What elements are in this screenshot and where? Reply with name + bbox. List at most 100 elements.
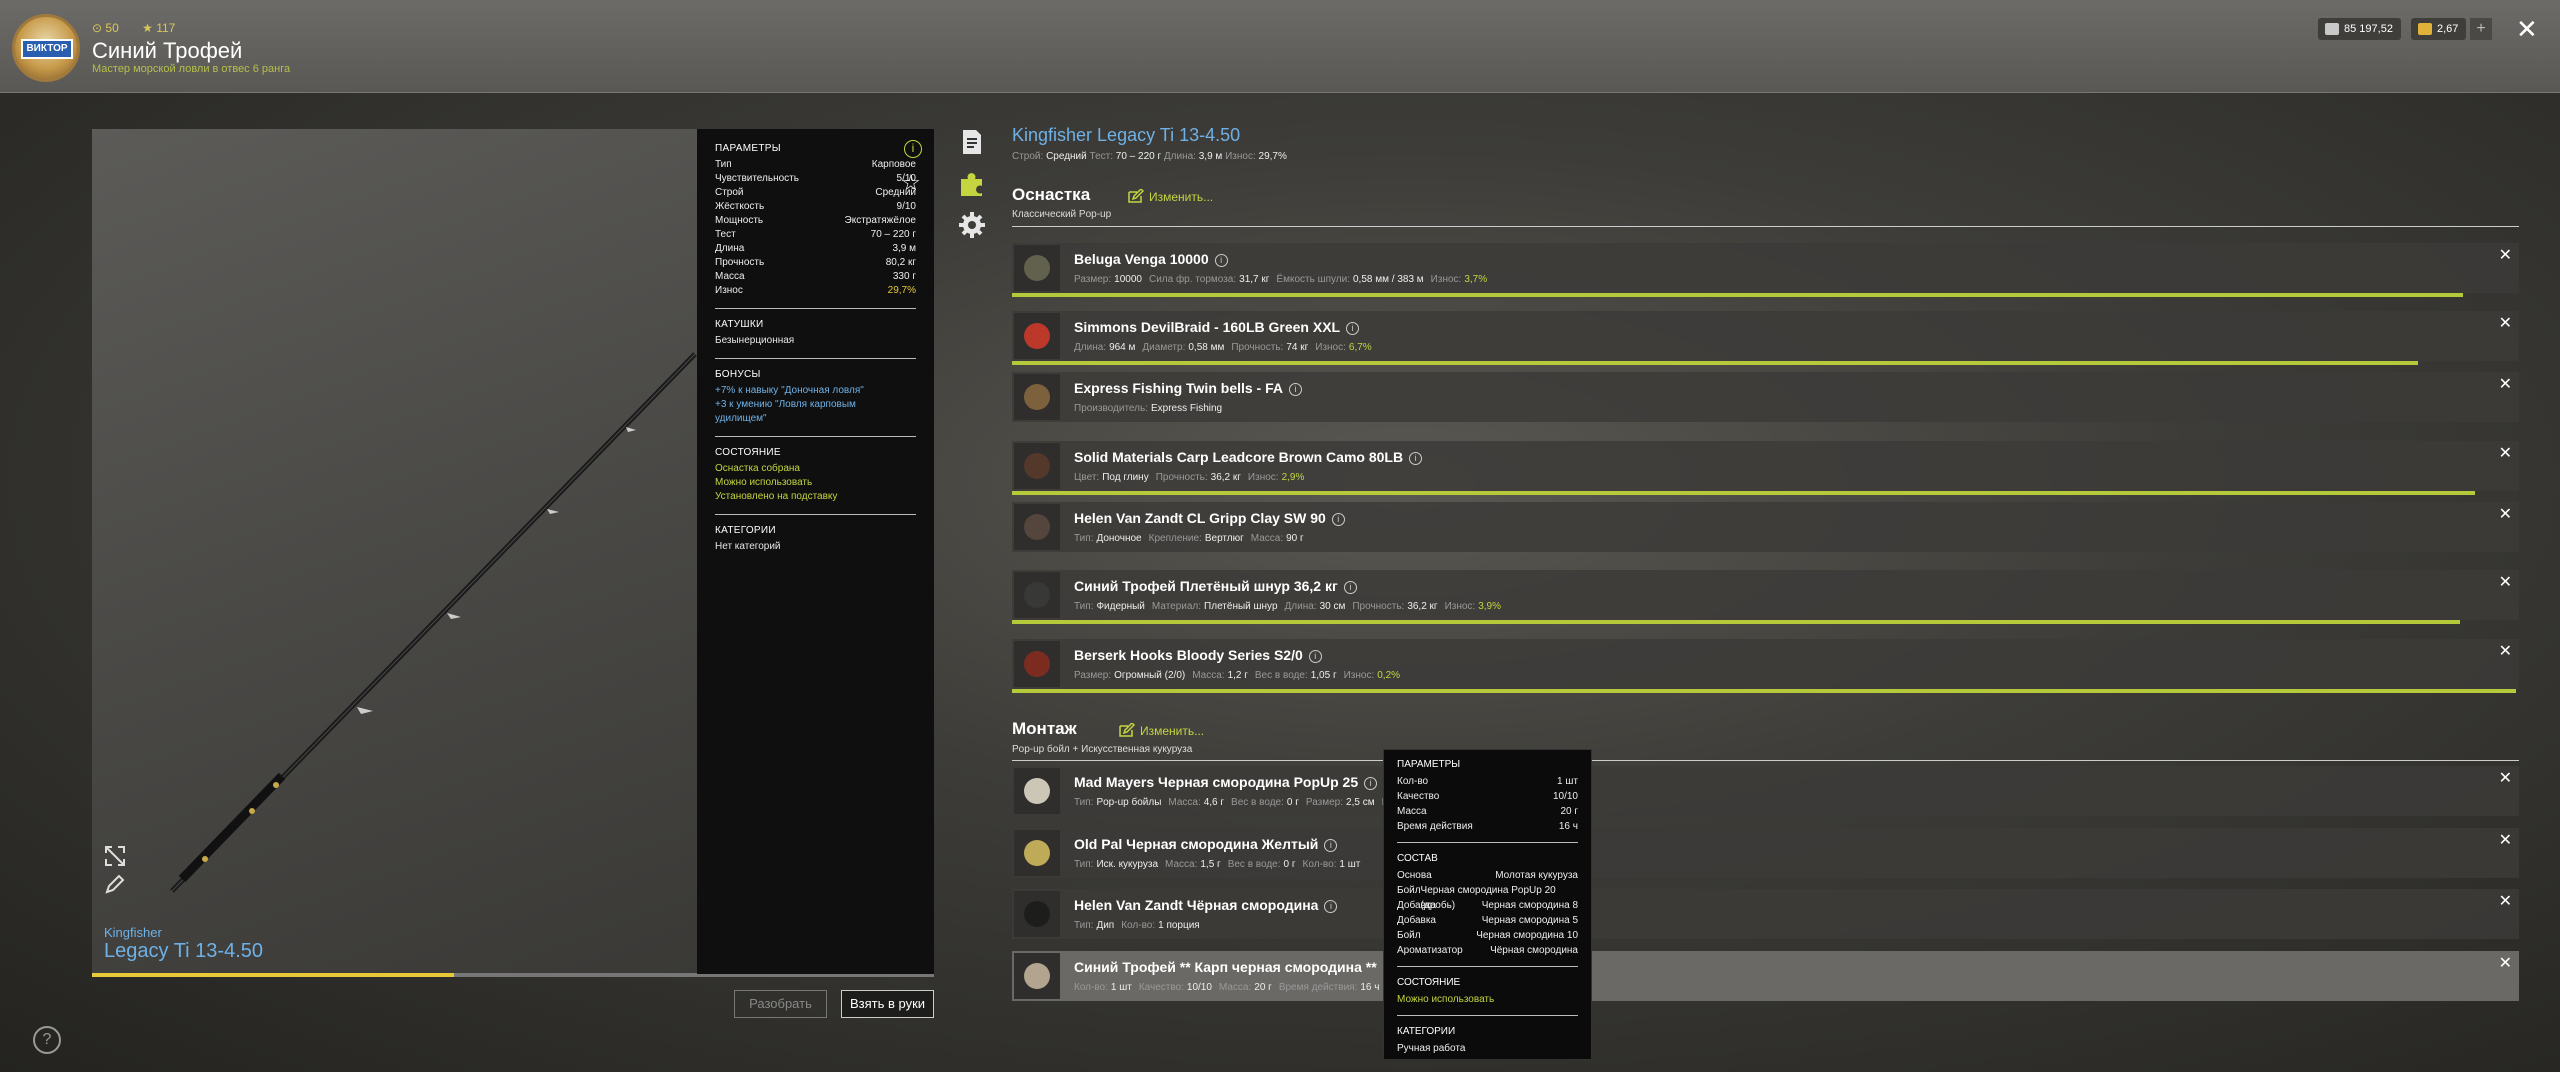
spec-label: Тип: bbox=[1074, 533, 1094, 544]
rig-item[interactable]: Helen Van Zandt Чёрная смородина i Тип: Дип… bbox=[1012, 889, 2519, 939]
avatar[interactable]: ВИКТОР bbox=[12, 14, 80, 82]
spec-value: Доночное bbox=[1096, 533, 1142, 544]
tackle-item[interactable]: Solid Materials Carp Leadcore Brown Camo… bbox=[1012, 441, 2519, 495]
spec-label: Размер: bbox=[1305, 797, 1344, 808]
item-name-text: Berserk Hooks Bloody Series S2/0 bbox=[1074, 647, 1303, 663]
spec-value: Под глину bbox=[1102, 472, 1149, 483]
spec-value: 90 г bbox=[1286, 533, 1304, 544]
disassemble-button[interactable]: Разобрать bbox=[734, 990, 827, 1018]
item-name-text: Синий Трофей Плетёный шнур 36,2 кг bbox=[1074, 578, 1338, 594]
add-gold-button[interactable]: + bbox=[2470, 18, 2492, 40]
rig-item[interactable]: Синий Трофей ** Карп черная смородина **… bbox=[1012, 951, 2519, 1001]
info-icon[interactable]: i bbox=[1289, 383, 1303, 396]
item-name-text: Express Fishing Twin bells - FA bbox=[1074, 380, 1284, 396]
item-name: Old Pal Черная смородина Желтый i bbox=[1074, 836, 1338, 852]
tooltip-composition-row: Добавка Черная смородина 5 bbox=[1397, 913, 1578, 928]
top-bar: ВИКТОР ⊙ 50 ★ 117 Синий Трофей Мастер мо… bbox=[0, 0, 2560, 93]
wear-value: 29,7% bbox=[1258, 151, 1287, 162]
spec-label: Износ: bbox=[1430, 274, 1462, 285]
categories-heading: КАТЕГОРИИ bbox=[715, 525, 776, 536]
item-thumbnail bbox=[1014, 953, 1060, 999]
remove-item-button[interactable]: ✕ bbox=[2499, 313, 2512, 333]
item-specs: Размер: Огромный (2/0) Масса: 1,2 г Вес в во… bbox=[1074, 670, 1407, 681]
silver-balance[interactable]: 85 197,52 bbox=[2318, 18, 2401, 40]
tackle-item[interactable]: Beluga Venga 10000 i Размер: 10000 Сила фр. … bbox=[1012, 243, 2519, 297]
rod-params-panel: ПАРАМЕТРЫ Тип Карповое Чувствительность 5/1… bbox=[697, 129, 934, 974]
item-name: Solid Materials Carp Leadcore Brown Camo… bbox=[1074, 449, 1423, 465]
favorite-star-icon[interactable]: ☆ bbox=[901, 170, 921, 196]
remove-item-button[interactable]: ✕ bbox=[2499, 830, 2512, 850]
info-icon[interactable]: i bbox=[1324, 900, 1338, 913]
edit-pencil-icon[interactable] bbox=[104, 873, 126, 895]
remove-item-button[interactable]: ✕ bbox=[2499, 245, 2512, 265]
tooltip-categories-heading: КАТЕГОРИИ bbox=[1397, 1026, 1456, 1037]
rig-edit-link[interactable]: Изменить... bbox=[1119, 721, 1204, 738]
star-value: 117 bbox=[156, 21, 176, 35]
info-icon[interactable]: i bbox=[1331, 513, 1345, 526]
reels-value: Безынерционная bbox=[715, 335, 795, 346]
info-icon[interactable]: i bbox=[1324, 839, 1338, 852]
remove-item-button[interactable]: ✕ bbox=[2499, 641, 2512, 661]
bonus-2: +3 к умению "Ловля карповым bbox=[715, 399, 856, 410]
info-icon[interactable]: i bbox=[1346, 322, 1360, 335]
item-name: Синий Трофей Плетёный шнур 36,2 кг i bbox=[1074, 578, 1357, 594]
spec-label: Износ: bbox=[1315, 342, 1346, 353]
remove-item-button[interactable]: ✕ bbox=[2499, 572, 2512, 592]
remove-item-button[interactable]: ✕ bbox=[2499, 891, 2512, 911]
close-button[interactable]: ✕ bbox=[2516, 14, 2538, 44]
row-value: 1 шт bbox=[1557, 776, 1578, 787]
tackle-item[interactable]: Express Fishing Twin bells - FA i Производ… bbox=[1012, 372, 2519, 422]
row-value: 330 г bbox=[892, 271, 916, 282]
item-thumbnail bbox=[1014, 504, 1060, 550]
edit-icon bbox=[1128, 187, 1145, 203]
fullscreen-icon[interactable] bbox=[104, 845, 126, 867]
tackle-item[interactable]: Helen Van Zandt CL Gripp Clay SW 90 i Тип:… bbox=[1012, 502, 2519, 552]
tackle-edit-link[interactable]: Изменить... bbox=[1128, 187, 1213, 204]
document-icon[interactable] bbox=[958, 128, 986, 156]
remove-item-button[interactable]: ✕ bbox=[2499, 953, 2512, 973]
rig-item[interactable]: Mad Mayers Черная смородина PopUp 25 i Тип… bbox=[1012, 766, 2519, 816]
param-row: Тест 70 – 220 г bbox=[715, 228, 916, 242]
star-stat: ★ 117 bbox=[142, 21, 176, 35]
spec-value: 16 ч bbox=[1360, 982, 1380, 993]
info-icon[interactable]: i bbox=[1343, 581, 1357, 594]
row-label: Тест bbox=[715, 229, 736, 240]
tooltip-composition-row: Бойл Черная смородина PopUp 20 (дробь) bbox=[1397, 883, 1578, 911]
info-icon[interactable]: i bbox=[1409, 452, 1423, 465]
remove-item-button[interactable]: ✕ bbox=[2499, 443, 2512, 463]
tackle-item[interactable]: Синий Трофей Плетёный шнур 36,2 кг i Тип: Ф… bbox=[1012, 570, 2519, 624]
row-value: Черная смородина PopUp 20 (дробь) bbox=[1420, 885, 1556, 911]
remove-item-button[interactable]: ✕ bbox=[2499, 374, 2512, 394]
remove-item-button[interactable]: ✕ bbox=[2499, 768, 2512, 788]
row-label: Тип bbox=[715, 159, 732, 170]
tackle-item[interactable]: Berserk Hooks Bloody Series S2/0 i Размер:… bbox=[1012, 639, 2519, 693]
info-icon[interactable]: i bbox=[1214, 254, 1228, 267]
spec-label: Тест: bbox=[1089, 151, 1113, 162]
row-label: Строй bbox=[715, 187, 744, 198]
spec-value: 3,7% bbox=[1464, 274, 1488, 285]
row-value: 70 – 220 г bbox=[870, 229, 916, 240]
item-name: Express Fishing Twin bells - FA i bbox=[1074, 380, 1303, 396]
rod-preview[interactable] bbox=[92, 129, 697, 975]
tackle-item[interactable]: Simmons DevilBraid - 160LB Green XXL i Дли… bbox=[1012, 311, 2519, 365]
gold-balance[interactable]: 2,67 bbox=[2411, 18, 2467, 40]
info-icon[interactable]: i bbox=[1364, 777, 1378, 790]
remove-item-button[interactable]: ✕ bbox=[2499, 504, 2512, 524]
item-specs: Тип: Доночное Крепление: Вертлюг Масса: 90 г bbox=[1074, 533, 1311, 544]
item-specs: Тип: Фидерный Материал: Плетёный шнур Длина:… bbox=[1074, 601, 1508, 612]
spec-label: Материал: bbox=[1151, 601, 1202, 612]
item-durability-bar bbox=[1012, 491, 2476, 495]
puzzle-icon[interactable] bbox=[958, 170, 986, 198]
item-specs: Длина: 964 м Диаметр: 0,58 мм Прочность: 74 к… bbox=[1074, 342, 1379, 353]
rod-progress-fill bbox=[92, 973, 455, 977]
help-icon[interactable]: ? bbox=[33, 1026, 61, 1054]
spec-value: 10000 bbox=[1114, 274, 1142, 285]
info-icon[interactable]: i bbox=[1308, 650, 1322, 663]
info-icon[interactable]: i bbox=[904, 140, 922, 158]
spec-label: Кол-во: bbox=[1302, 859, 1337, 870]
item-specs: Производитель: Express Fishing bbox=[1074, 403, 1229, 414]
rig-item[interactable]: Old Pal Черная смородина Желтый i Тип: Иск.… bbox=[1012, 828, 2519, 878]
gear-icon[interactable] bbox=[958, 211, 986, 239]
take-in-hands-button[interactable]: Взять в руки bbox=[841, 990, 934, 1018]
item-thumbnail bbox=[1014, 374, 1060, 420]
